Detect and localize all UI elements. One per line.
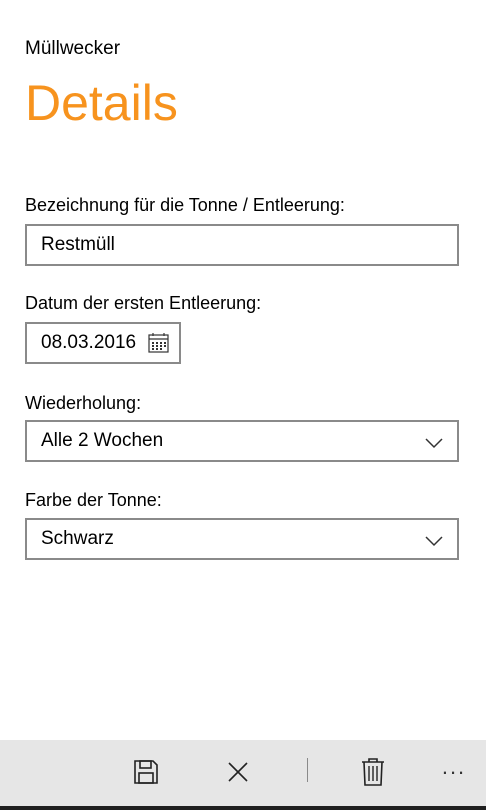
date-label: Datum der ersten Entleerung: xyxy=(25,293,262,313)
name-label: Bezeichnung für die Tonne / Entleerung: xyxy=(25,195,345,215)
page-title: Details xyxy=(25,75,178,131)
calendar-icon xyxy=(148,333,169,353)
color-value: Schwarz xyxy=(41,528,114,549)
app-bar: ... xyxy=(0,740,486,810)
more-button[interactable]: ... xyxy=(434,754,474,790)
chevron-down-icon xyxy=(425,534,443,547)
chevron-down-icon xyxy=(425,436,443,449)
close-icon xyxy=(227,761,249,788)
repeat-value: Alle 2 Wochen xyxy=(41,430,164,451)
delete-icon xyxy=(361,757,385,791)
color-dropdown[interactable]: Schwarz xyxy=(25,518,459,560)
appbar-bottom-line xyxy=(0,806,486,810)
repeat-dropdown[interactable]: Alle 2 Wochen xyxy=(25,420,459,462)
app-title: Müllwecker xyxy=(25,38,121,59)
delete-button[interactable] xyxy=(353,756,393,792)
date-value: 08.03.2016 xyxy=(41,332,137,353)
color-label: Farbe der Tonne: xyxy=(25,490,162,510)
appbar-separator xyxy=(307,758,308,782)
save-icon xyxy=(133,759,159,790)
date-picker[interactable]: 08.03.2016 xyxy=(25,322,181,364)
save-button[interactable] xyxy=(126,756,166,792)
name-input[interactable] xyxy=(25,224,459,266)
repeat-label: Wiederholung: xyxy=(25,393,142,413)
cancel-button[interactable] xyxy=(218,756,258,792)
